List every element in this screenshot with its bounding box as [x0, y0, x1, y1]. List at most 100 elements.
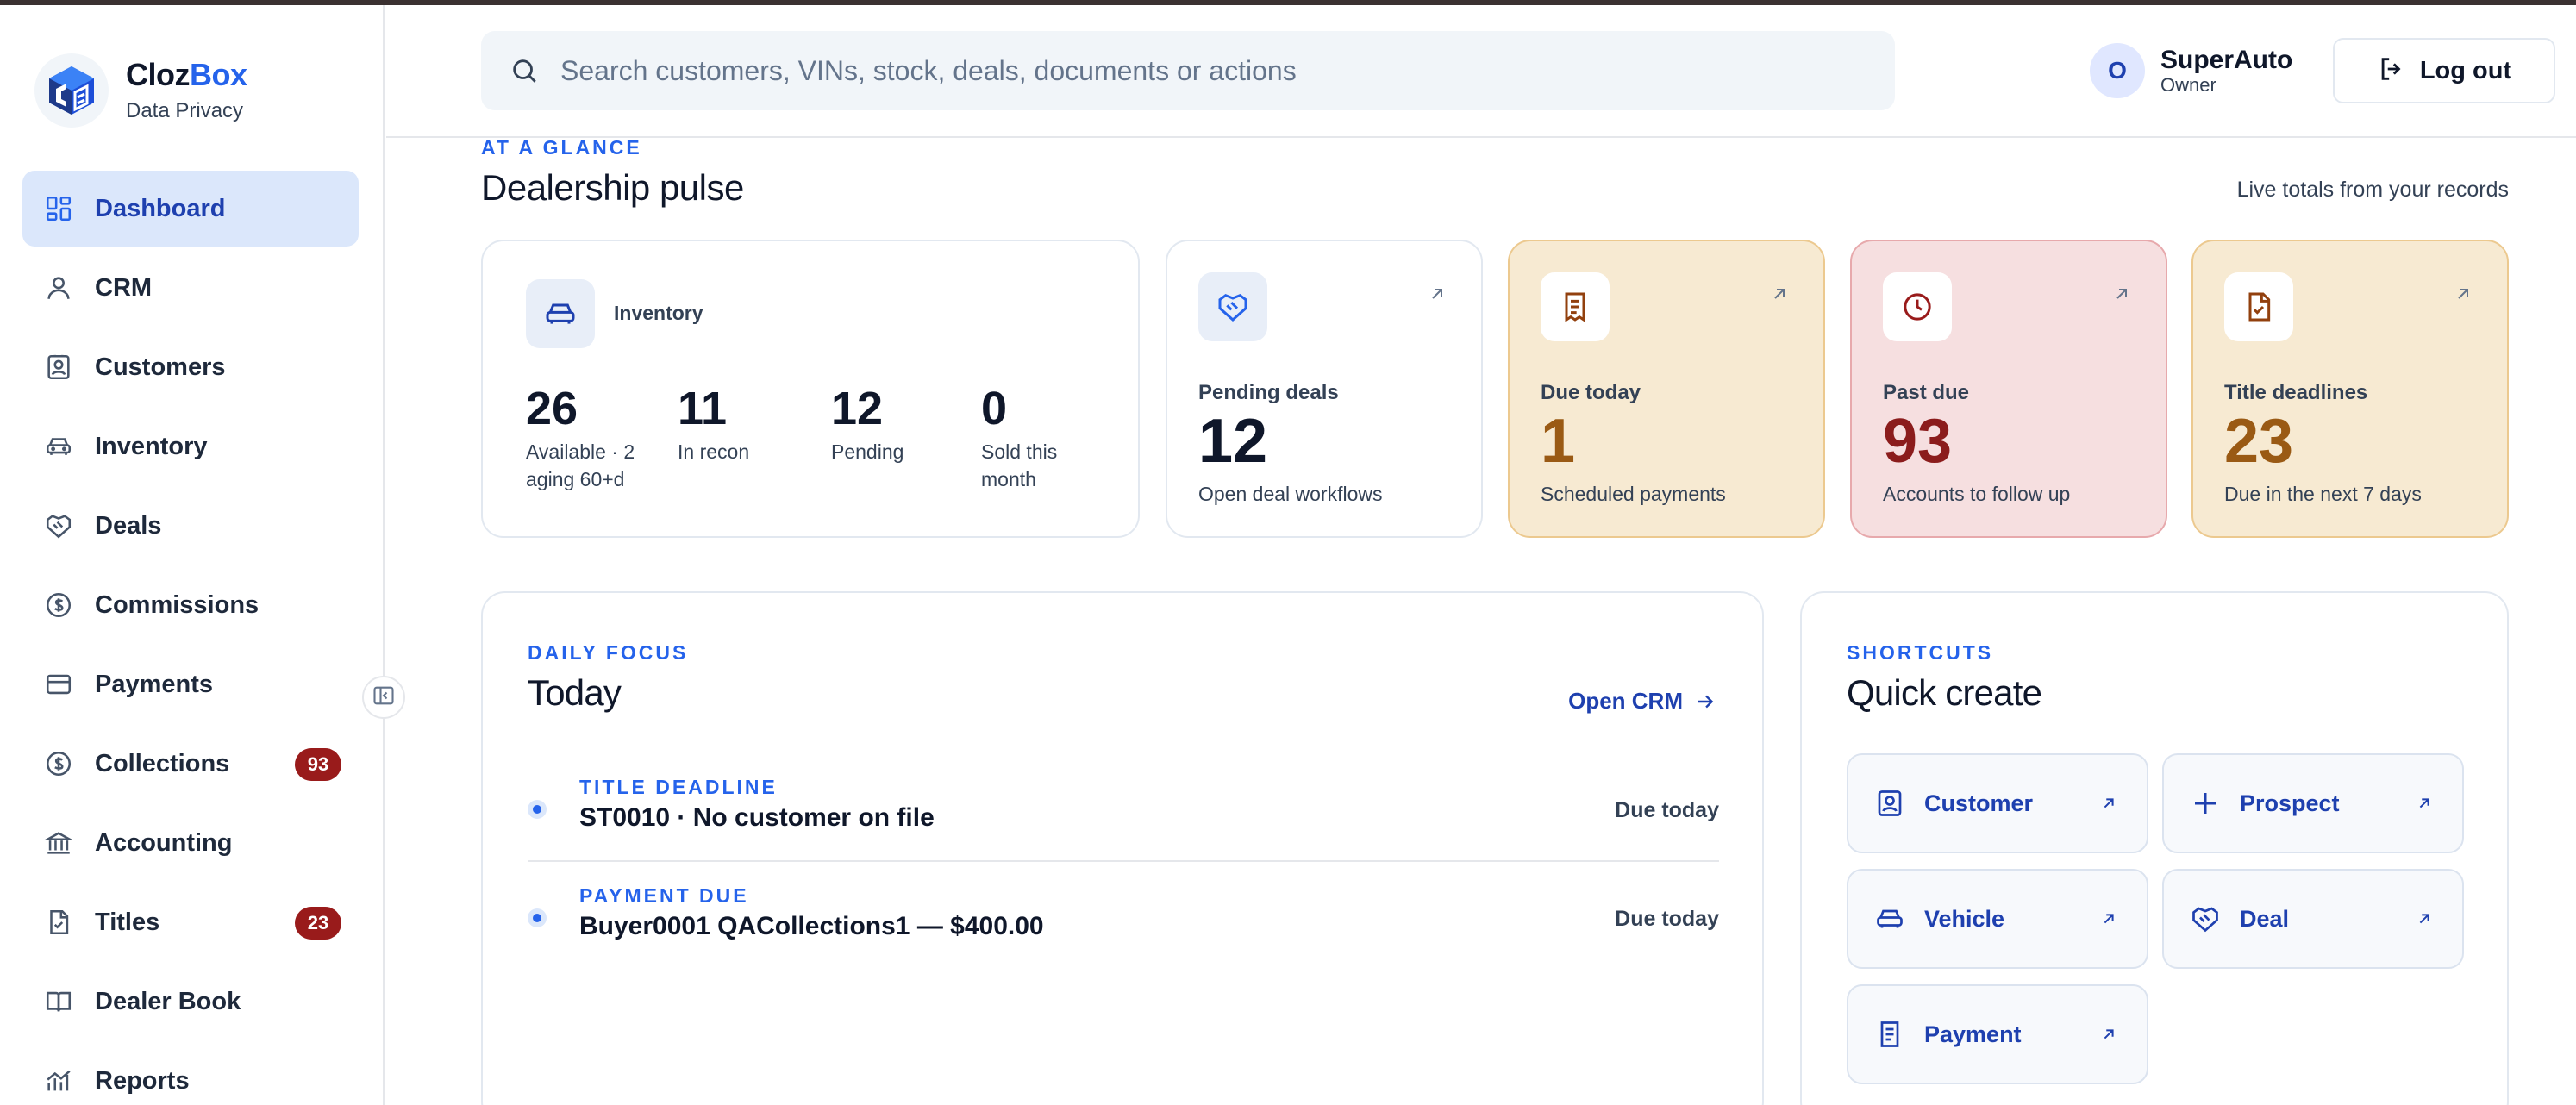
section-eyebrow: AT A GLANCE	[481, 136, 642, 159]
kpi-card-past-due[interactable]: Past due 93 Accounts to follow up	[1850, 240, 2167, 538]
quick-create-label: Payment	[1924, 1021, 2022, 1047]
sidebar-item-collections[interactable]: Collections 93	[22, 726, 359, 802]
sidebar-item-accounting[interactable]: Accounting	[22, 805, 359, 881]
handshake-icon	[41, 509, 76, 543]
quick-create-payment-button[interactable]: Payment	[1847, 984, 2148, 1084]
sidebar-item-payments[interactable]: Payments	[22, 646, 359, 722]
sidebar-item-dashboard[interactable]: Dashboard	[22, 171, 359, 247]
avatar: O	[2090, 43, 2145, 98]
inventory-card[interactable]: Inventory 26 Available · 2 aging 60+d 11…	[481, 240, 1140, 538]
sidebar-item-label: Inventory	[95, 432, 208, 460]
logout-button[interactable]: Log out	[2333, 38, 2555, 103]
open-crm-link[interactable]: Open CRM	[1568, 688, 1717, 715]
logout-icon	[2377, 54, 2406, 88]
quick-create-deal-button[interactable]: Deal	[2162, 869, 2464, 969]
plus-icon	[2188, 786, 2223, 821]
contact-icon	[41, 350, 76, 384]
kpi-value: 93	[1883, 407, 1953, 476]
brand-subtitle: Data Privacy	[126, 99, 244, 122]
kpi-label: Past due	[1883, 381, 1970, 404]
kpi-label: Title deadlines	[2224, 381, 2368, 404]
kpi-sub: Scheduled payments	[1541, 483, 1726, 505]
sidebar-nav: Dashboard CRM Customers Inventory Deals	[22, 171, 359, 1105]
arrow-up-right-icon	[1766, 281, 1792, 307]
sidebar-item-deals[interactable]: Deals	[22, 488, 359, 564]
sidebar-item-label: Deals	[95, 511, 162, 540]
sidebar-item-label: CRM	[95, 273, 153, 302]
kpi-value: 1	[1541, 407, 1576, 476]
quick-create-label: Prospect	[2240, 790, 2340, 816]
sidebar-item-dealer-book[interactable]: Dealer Book	[22, 964, 359, 1039]
sidebar-item-customers[interactable]: Customers	[22, 329, 359, 405]
task-type: PAYMENT DUE	[579, 884, 749, 907]
car-icon	[41, 429, 76, 464]
inventory-stat-pending: 12 Pending	[831, 383, 904, 463]
arrow-up-right-icon	[2412, 907, 2436, 931]
car-icon	[526, 279, 595, 348]
sidebar-item-reports[interactable]: Reports	[22, 1043, 359, 1105]
kpi-card-due-today[interactable]: Due today 1 Scheduled payments	[1508, 240, 1825, 538]
arrow-right-icon	[1693, 690, 1717, 714]
task-due: Due today	[1615, 798, 1719, 822]
sidebar-item-inventory[interactable]: Inventory	[22, 409, 359, 484]
arrow-up-right-icon	[2412, 791, 2436, 815]
brand[interactable]: ClozBox Data Privacy	[34, 53, 247, 128]
search-input[interactable]	[560, 54, 1854, 87]
arrow-up-right-icon	[2097, 907, 2121, 931]
file-check-icon	[2224, 272, 2293, 341]
task-item[interactable]: PAYMENT DUE Buyer0001 QACollections1 — $…	[528, 867, 1719, 974]
kpi-sub: Open deal workflows	[1198, 483, 1383, 505]
top-header: O SuperAuto Owner Log out	[386, 5, 2576, 138]
quick-create-vehicle-button[interactable]: Vehicle	[1847, 869, 2148, 969]
page-title: Dealership pulse	[481, 167, 744, 208]
kpi-sub: Due in the next 7 days	[2224, 483, 2422, 505]
titles-count-badge: 23	[295, 907, 341, 940]
handshake-icon	[1198, 272, 1267, 341]
task-item[interactable]: TITLE DEADLINE ST0010 · No customer on f…	[528, 759, 1719, 865]
sidebar-item-label: Reports	[95, 1066, 190, 1095]
status-dot-icon	[528, 908, 547, 927]
grid-icon	[41, 191, 76, 226]
sidebar: ClozBox Data Privacy Dashboard CRM Custo…	[0, 5, 385, 1105]
wallet-icon	[41, 667, 76, 702]
arrow-up-right-icon	[2097, 791, 2121, 815]
sidebar-item-titles[interactable]: Titles 23	[22, 884, 359, 960]
kpi-card-pending-deals[interactable]: Pending deals 12 Open deal workflows	[1166, 240, 1483, 538]
sidebar-item-label: Dealer Book	[95, 987, 241, 1015]
task-title: Buyer0001 QACollections1 — $400.00	[579, 912, 1044, 940]
dollar-circle-icon	[41, 588, 76, 622]
sidebar-item-label: Dashboard	[95, 194, 226, 222]
collapse-sidebar-button[interactable]	[362, 676, 405, 719]
divider	[528, 860, 1719, 862]
clock-icon	[1883, 272, 1952, 341]
sidebar-item-commissions[interactable]: Commissions	[22, 567, 359, 643]
kpi-sub: Accounts to follow up	[1883, 483, 2071, 505]
task-due: Due today	[1615, 907, 1719, 931]
arrow-up-right-icon	[2109, 281, 2135, 307]
book-icon	[41, 984, 76, 1019]
user-name: SuperAuto	[2160, 46, 2293, 74]
contact-icon	[1873, 786, 1907, 821]
file-check-icon	[41, 905, 76, 940]
sidebar-item-crm[interactable]: CRM	[22, 250, 359, 326]
quick-create-prospect-button[interactable]: Prospect	[2162, 753, 2464, 853]
search-bar[interactable]	[481, 31, 1895, 110]
logout-label: Log out	[2419, 56, 2512, 84]
kpi-label: Pending deals	[1198, 381, 1339, 404]
arrow-up-right-icon	[2450, 281, 2476, 307]
quick-create-customer-button[interactable]: Customer	[1847, 753, 2148, 853]
receipt-icon	[1541, 272, 1610, 341]
inventory-title: Inventory	[614, 302, 703, 324]
panel-collapse-icon	[372, 684, 396, 712]
inventory-stat-recon: 11 In recon	[678, 383, 750, 463]
task-title: ST0010 · No customer on file	[579, 803, 935, 832]
arrow-up-right-icon	[1424, 281, 1450, 307]
quick-create-label: Vehicle	[1924, 905, 2005, 932]
quick-create-label: Customer	[1924, 790, 2034, 816]
panel-eyebrow: SHORTCUTS	[1847, 641, 1994, 664]
user-icon	[41, 271, 76, 305]
kpi-card-title-deadlines[interactable]: Title deadlines 23 Due in the next 7 day…	[2191, 240, 2509, 538]
user-role: Owner	[2160, 74, 2216, 96]
user-menu[interactable]: O SuperAuto Owner	[2090, 43, 2292, 98]
dollar-circle-icon	[41, 746, 76, 781]
